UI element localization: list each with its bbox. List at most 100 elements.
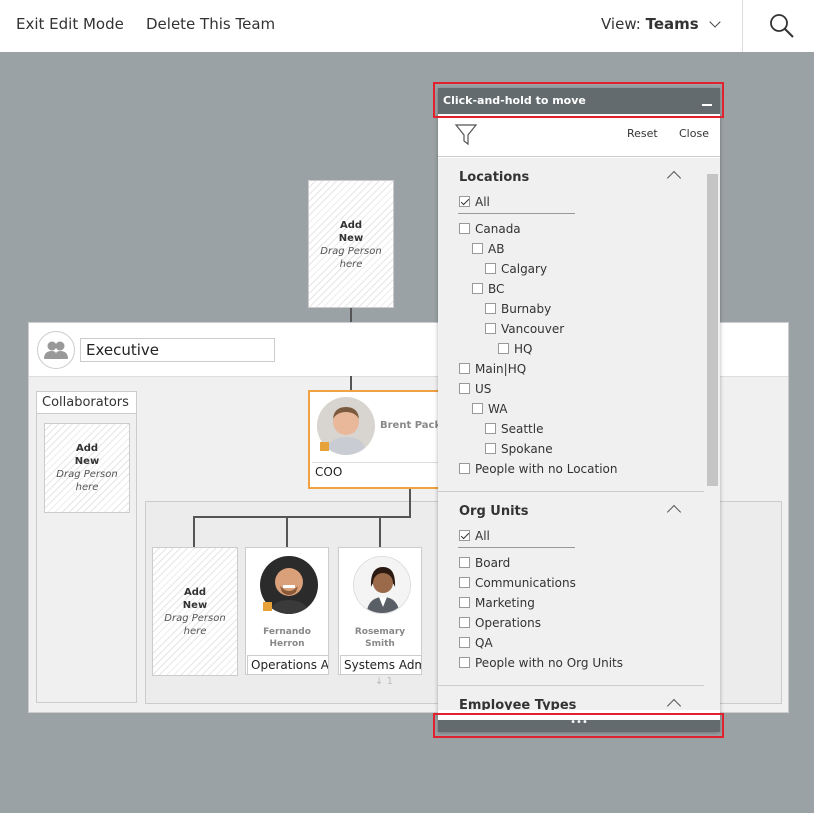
checkbox-icon: [459, 196, 470, 207]
person-name: Rosemary Smith: [339, 626, 421, 650]
section-rule: [458, 213, 575, 214]
checkbox-icon: [459, 223, 470, 234]
team-name-input[interactable]: Executive: [80, 338, 275, 362]
chevron-up-icon[interactable]: [666, 170, 682, 186]
checkbox-icon: [459, 617, 470, 628]
locations-section-title: Locations: [459, 170, 530, 185]
filter-toolbar: Reset Close: [438, 114, 720, 157]
person-name: Fernando Herron: [246, 626, 328, 650]
filter-icon: [454, 124, 478, 146]
team-icon: [37, 331, 75, 369]
checkbox-label: Communications: [475, 576, 576, 590]
org-unit-checkbox[interactable]: Communications: [459, 576, 576, 590]
checkbox-icon: [459, 557, 470, 568]
checkbox-icon: [459, 597, 470, 608]
person-card[interactable]: Rosemary Smith Systems Adm: [338, 547, 422, 675]
delete-team-button[interactable]: Delete This Team: [146, 15, 275, 33]
location-checkbox[interactable]: People with no Location: [459, 462, 617, 476]
org-unit-checkbox[interactable]: QA: [459, 636, 493, 650]
filter-panel-title: Click-and-hold to move: [443, 94, 586, 107]
location-checkbox[interactable]: WA: [472, 402, 507, 416]
checkbox-label: AB: [488, 242, 505, 256]
checkbox-label: All: [475, 195, 490, 209]
add-new-hint: Drag Person: [320, 246, 382, 257]
connector-line: [409, 489, 411, 517]
location-checkbox[interactable]: Seattle: [485, 422, 543, 436]
connector-line: [379, 516, 381, 547]
checkbox-label: People with no Location: [475, 462, 618, 476]
person-first-name: Rosemary: [354, 627, 406, 637]
person-first-name: Fernando: [263, 627, 311, 637]
location-checkbox[interactable]: Canada: [459, 222, 521, 236]
checkbox-icon: [485, 303, 496, 314]
filter-list: Locations All Canada AB Calgary BC Burna…: [438, 158, 704, 710]
more-reports-count: 1: [386, 676, 393, 687]
location-checkbox[interactable]: Calgary: [485, 262, 547, 276]
checkbox-label: HQ: [514, 342, 533, 356]
filter-panel-drag-handle[interactable]: Click-and-hold to move: [438, 88, 720, 114]
add-new-slot-collaborator[interactable]: Add New Drag Person here: [44, 423, 130, 513]
chevron-up-icon[interactable]: [666, 504, 682, 520]
location-checkbox[interactable]: Spokane: [485, 442, 553, 456]
add-new-slot-top[interactable]: Add New Drag Person here: [308, 180, 394, 308]
checkbox-label: WA: [488, 402, 508, 416]
checkbox-icon: [459, 530, 470, 541]
add-new-hint: here: [183, 626, 207, 637]
exit-edit-mode-button[interactable]: Exit Edit Mode: [16, 15, 124, 33]
checkbox-icon: [485, 443, 496, 454]
org-unit-checkbox-all[interactable]: All: [459, 529, 490, 543]
person-card[interactable]: Fernando Herron Operations Ad: [245, 547, 329, 675]
manager-card[interactable]: Brent Pack COO: [308, 390, 448, 489]
add-new-title: New: [182, 600, 208, 611]
person-role-input[interactable]: Operations Ad: [247, 655, 329, 675]
org-unit-checkbox[interactable]: Board: [459, 556, 510, 570]
location-checkbox[interactable]: Burnaby: [485, 302, 551, 316]
search-icon[interactable]: [768, 12, 796, 40]
location-checkbox[interactable]: Main|HQ: [459, 362, 526, 376]
filter-close-button[interactable]: Close: [679, 127, 709, 140]
section-divider: [438, 491, 704, 492]
location-checkbox-all[interactable]: All: [459, 195, 490, 209]
checkbox-label: Operations: [475, 616, 541, 630]
chevron-down-icon: [708, 16, 721, 28]
checkbox-label: People with no Org Units: [475, 656, 623, 670]
location-checkbox[interactable]: BC: [472, 282, 504, 296]
checkbox-icon: [485, 323, 496, 334]
person-role-input[interactable]: Systems Adm: [340, 655, 422, 675]
person-last-name: Smith: [365, 639, 395, 649]
resize-handle[interactable]: •••: [438, 718, 720, 732]
org-unit-checkbox[interactable]: Operations: [459, 616, 541, 630]
checkbox-label: Seattle: [501, 422, 544, 436]
top-toolbar: Exit Edit Mode Delete This Team View: Te…: [0, 0, 814, 52]
filter-reset-button[interactable]: Reset: [627, 127, 658, 140]
checkbox-label: Spokane: [501, 442, 553, 456]
chevron-up-icon[interactable]: [666, 698, 682, 710]
checkbox-label: Burnaby: [501, 302, 552, 316]
checkbox-label: QA: [475, 636, 493, 650]
minimize-icon[interactable]: [702, 104, 712, 106]
manager-role-input[interactable]: COO: [312, 462, 446, 486]
location-checkbox[interactable]: US: [459, 382, 491, 396]
org-unit-checkbox[interactable]: People with no Org Units: [459, 656, 623, 670]
org-units-section-title: Org Units: [459, 504, 529, 519]
location-checkbox[interactable]: AB: [472, 242, 504, 256]
scrollbar-thumb[interactable]: [707, 174, 718, 486]
location-checkbox[interactable]: Vancouver: [485, 322, 564, 336]
checkbox-label: Main|HQ: [475, 362, 527, 376]
checkbox-icon: [459, 463, 470, 474]
more-reports-indicator[interactable]: ↓ 1: [375, 676, 393, 687]
checkbox-label: Board: [475, 556, 511, 570]
checkbox-label: Marketing: [475, 596, 535, 610]
add-new-hint: here: [339, 259, 363, 270]
view-selector[interactable]: View: Teams: [601, 15, 721, 33]
collaborators-label: Collaborators: [37, 392, 136, 414]
add-new-slot-report[interactable]: Add New Drag Person here: [152, 547, 238, 676]
add-new-hint: Drag Person: [56, 469, 118, 480]
checkbox-icon: [485, 263, 496, 274]
checkbox-icon: [459, 577, 470, 588]
people-icon: [44, 341, 68, 359]
filter-scrollbar[interactable]: [704, 158, 720, 710]
status-flag: [263, 602, 272, 611]
org-unit-checkbox[interactable]: Marketing: [459, 596, 535, 610]
location-checkbox[interactable]: HQ: [498, 342, 532, 356]
